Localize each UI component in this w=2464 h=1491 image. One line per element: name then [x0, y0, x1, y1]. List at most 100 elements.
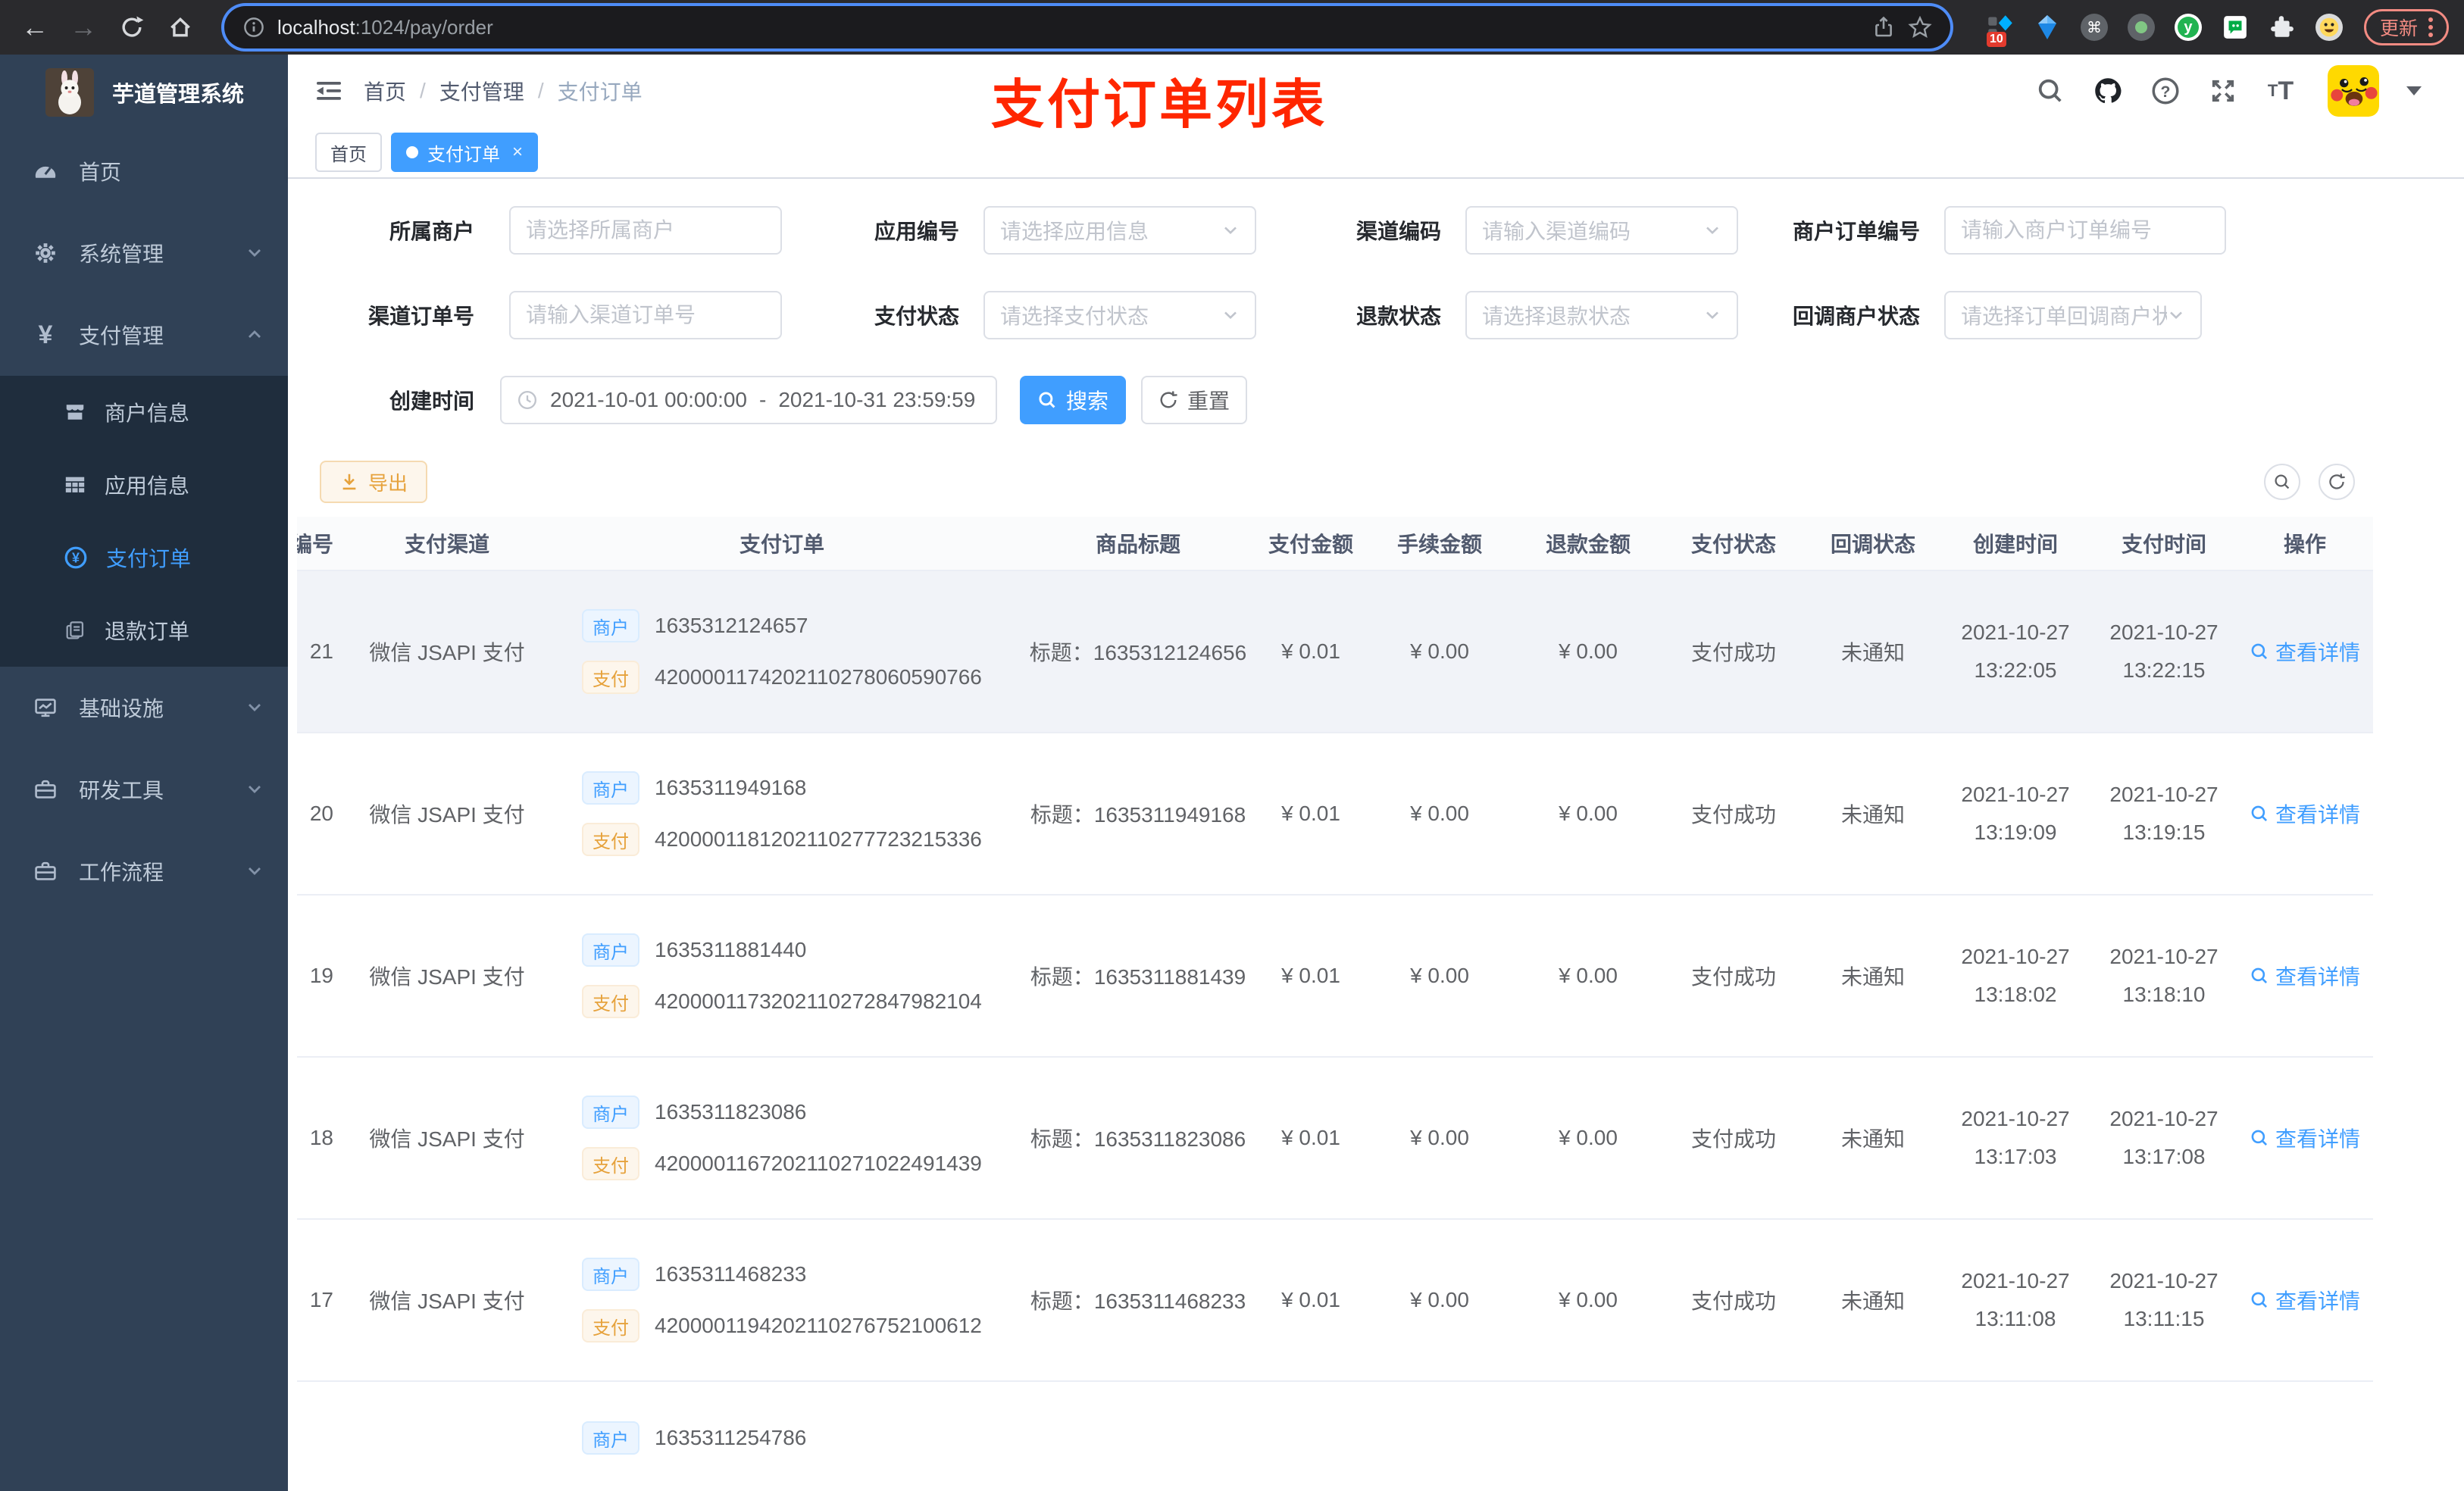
- table-row-partial: 商户 1635311254786: [297, 1382, 2373, 1491]
- fullscreen-button[interactable]: [2206, 74, 2240, 108]
- view-detail-link[interactable]: 查看详情: [2250, 1285, 2360, 1315]
- share-icon[interactable]: [1871, 15, 1896, 39]
- github-icon: [2095, 78, 2122, 104]
- reset-button[interactable]: 重置: [1141, 376, 1247, 424]
- cell-id: 20: [309, 802, 333, 825]
- bookmark-star-icon[interactable]: [1908, 15, 1932, 39]
- search-icon: [2038, 79, 2062, 102]
- export-button[interactable]: 导出: [320, 461, 428, 503]
- sidebar-item-refund-order[interactable]: 退款订单: [0, 594, 288, 667]
- avatar[interactable]: [2328, 65, 2379, 117]
- view-detail-link[interactable]: 查看详情: [2250, 1123, 2360, 1153]
- sidebar-item-app-info[interactable]: 应用信息: [0, 449, 288, 521]
- show-search-toggle-button[interactable]: [2264, 464, 2300, 500]
- merchant-order-no-input[interactable]: [1944, 206, 2227, 255]
- extensions-area: 10 ⌘ y: [1975, 14, 2355, 47]
- date-separator: -: [759, 388, 767, 411]
- refresh-table-button[interactable]: [2319, 464, 2355, 500]
- view-detail-link[interactable]: 查看详情: [2250, 636, 2360, 667]
- cell-created: 2021-10-27 13:19:09: [1961, 783, 2070, 844]
- annotation-title: 支付订单列表: [991, 75, 1327, 134]
- table-row: 21 微信 JSAPI 支付 商户 1635312124657 支付 42000…: [297, 571, 2373, 733]
- sidebar-item-workflow[interactable]: 工作流程: [0, 830, 288, 912]
- browser-reload-button[interactable]: [112, 8, 152, 47]
- header-search-button[interactable]: [2034, 74, 2067, 108]
- cell-refund: ¥ 0.00: [1559, 1126, 1618, 1149]
- cell-paid: 2021-10-27 13:11:15: [2109, 1269, 2219, 1330]
- dashboard-icon: [35, 166, 56, 178]
- question-icon: ?: [2152, 77, 2179, 105]
- sidebar-item-infra[interactable]: 基础设施: [0, 667, 288, 749]
- screen: ← → localhost:1024/pay/order 10 ⌘ y 更新 芋…: [0, 0, 2464, 1491]
- fullscreen-icon: [2212, 80, 2234, 102]
- browser-forward-button[interactable]: →: [64, 8, 103, 47]
- cell-created: 2021-10-27 13:22:05: [1961, 620, 2070, 682]
- browser-back-button[interactable]: ←: [15, 8, 55, 47]
- extension-chat-icon[interactable]: [2222, 14, 2249, 41]
- sidebar-item-merchant-info[interactable]: 商户信息: [0, 376, 288, 449]
- refund-status-select[interactable]: 请选择退款状态: [1465, 291, 1739, 339]
- pay-status-select[interactable]: 请选择支付状态: [983, 291, 1257, 339]
- extension-emoji-icon[interactable]: [2315, 14, 2343, 41]
- merchant-input[interactable]: [509, 206, 782, 255]
- cell-status: 支付成功: [1690, 641, 1776, 664]
- cell-title: 标题：1635311881439: [1030, 965, 1246, 989]
- table-row: 17 微信 JSAPI 支付 商户 1635311468233 支付 42000…: [297, 1220, 2373, 1382]
- user-menu-caret-icon[interactable]: [2406, 86, 2422, 95]
- app-logo-row[interactable]: 芋道管理系统: [0, 55, 288, 130]
- sidebar-item-pay-order[interactable]: ¥ 支付订单: [0, 521, 288, 594]
- view-detail-link[interactable]: 查看详情: [2250, 961, 2360, 991]
- extension-command-icon[interactable]: ⌘: [2080, 14, 2108, 41]
- merchant-badge: 商户: [582, 1258, 639, 1291]
- cell-fee: ¥ 0.00: [1410, 802, 1469, 825]
- navbar: 首页 / 支付管理 / 支付订单 支付订单列表 ? T T: [288, 55, 2464, 134]
- pay-badge: 支付: [582, 1309, 639, 1343]
- search-button[interactable]: 搜索: [1020, 376, 1126, 424]
- extension-recorder-icon[interactable]: [2127, 14, 2155, 41]
- cell-id: 17: [309, 1288, 333, 1311]
- pay-badge: 支付: [582, 985, 639, 1018]
- sidebar-collapse-icon[interactable]: [315, 79, 342, 103]
- sidebar-item-system[interactable]: 系统管理: [0, 212, 288, 294]
- channel-code-select[interactable]: 请输入渠道编码: [1465, 206, 1739, 255]
- merchant-order-no-label: 商户订单编号: [1793, 220, 1921, 243]
- tab-home[interactable]: 首页: [315, 133, 382, 172]
- browser-home-button[interactable]: [161, 8, 200, 47]
- sidebar-item-devtools[interactable]: 研发工具: [0, 749, 288, 830]
- chevron-down-icon: [1224, 227, 1237, 235]
- tab-close-icon[interactable]: ×: [512, 142, 523, 163]
- breadcrumb-pay[interactable]: 支付管理: [439, 76, 524, 106]
- callback-status-select[interactable]: 请选择订单回调商户状态: [1944, 291, 2203, 339]
- tab-pay-order[interactable]: 支付订单 ×: [391, 133, 539, 172]
- font-size-button[interactable]: TT: [2264, 74, 2297, 108]
- pay-order-table: 编号 支付渠道 支付订单 商品标题 支付金额 手续金额 退款金额 支付状态 回调…: [297, 517, 2373, 1491]
- breadcrumb-home[interactable]: 首页: [364, 76, 406, 106]
- toolbox-icon: [35, 780, 56, 799]
- extension-puzzle-icon[interactable]: [2269, 14, 2296, 41]
- extension-tasks-icon[interactable]: 10: [1986, 14, 2014, 47]
- sidebar-item-home[interactable]: 首页: [0, 130, 288, 212]
- col-channel: 支付渠道: [404, 533, 489, 556]
- url-bar[interactable]: localhost:1024/pay/order: [224, 6, 1950, 48]
- url-text: localhost:1024/pay/order: [277, 15, 493, 39]
- cell-order: 商户 1635311823086 支付 42000011672021102710…: [546, 1096, 1018, 1180]
- extension-y-icon[interactable]: y: [2174, 14, 2202, 41]
- sidebar-item-pay[interactable]: ¥ 支付管理: [0, 294, 288, 376]
- search-icon: [2251, 1292, 2268, 1308]
- help-button[interactable]: ?: [2149, 74, 2182, 108]
- channel-order-no-input[interactable]: [509, 291, 782, 339]
- create-time-range-picker[interactable]: 2021-10-01 00:00:00 - 2021-10-31 23:59:5…: [500, 376, 997, 424]
- cell-order: 商户 1635311468233 支付 42000011942021102767…: [546, 1258, 1018, 1343]
- cell-order: 商户 1635311881440 支付 42000011732021102728…: [546, 933, 1018, 1018]
- github-button[interactable]: [2091, 74, 2125, 108]
- pay-order-no: 4200001167202110271022491439: [655, 1152, 982, 1175]
- merchant-badge: 商户: [582, 933, 639, 967]
- chevron-down-icon: [1706, 311, 1718, 320]
- extension-kite-icon[interactable]: [2034, 14, 2061, 41]
- search-icon: [2275, 474, 2290, 489]
- app-select[interactable]: 请选择应用信息: [983, 206, 1257, 255]
- browser-update-menu[interactable]: 更新: [2363, 9, 2449, 45]
- cell-id: 21: [309, 639, 333, 663]
- view-detail-link[interactable]: 查看详情: [2250, 799, 2360, 829]
- clock-icon: [518, 391, 536, 409]
